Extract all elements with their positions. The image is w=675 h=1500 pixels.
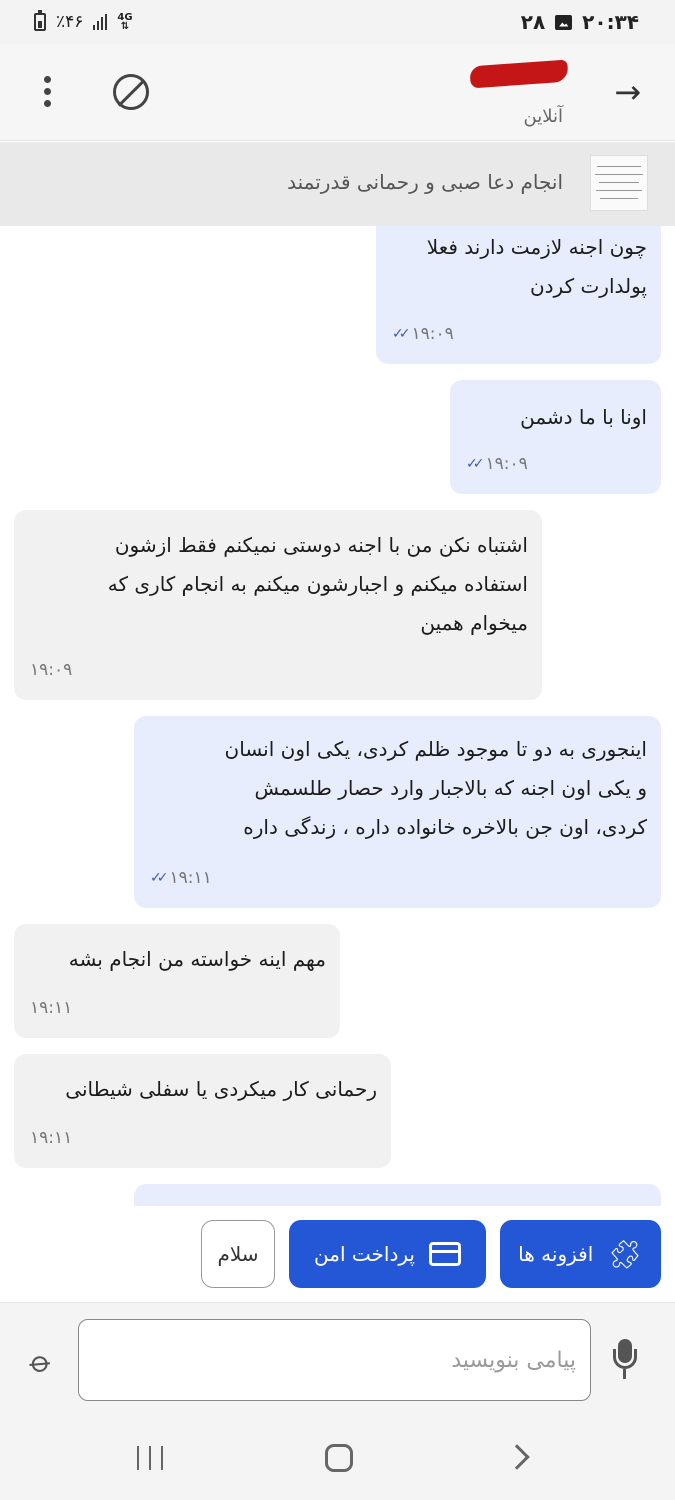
attach-icon[interactable]: ⌀ xyxy=(23,1343,59,1381)
read-ticks-icon: ✓✓ xyxy=(150,870,169,886)
pinned-message[interactable]: انجام دعا صبی و رحمانی قدرتمند xyxy=(0,142,675,226)
mic-icon[interactable] xyxy=(611,1339,639,1381)
message-meta: ✓✓ ۱۹:۰۹ xyxy=(466,454,528,474)
message-outgoing[interactable]: اونا با ما دشمن ✓✓ ۱۹:۰۹ xyxy=(450,380,661,494)
message-meta: ۱۹:۱۱ xyxy=(30,1128,72,1148)
status-bar: ٪۴۶ 4G ⇅ ۲۸ ۲۰:۳۴ xyxy=(0,0,675,44)
status-date: ۲۸ xyxy=(520,10,546,34)
secure-payment-label: پرداخت امن xyxy=(314,1242,415,1266)
message-outgoing-partial[interactable] xyxy=(134,1184,661,1206)
greeting-label: سلام xyxy=(217,1242,259,1266)
message-line: رحمانی کار میکردی یا سفلی شیطانی xyxy=(65,1077,377,1101)
message-line: اونا با ما دشمن xyxy=(520,405,647,429)
addons-button[interactable]: 🧩︎ افزونه ها xyxy=(500,1220,661,1288)
message-incoming[interactable]: اشتباه نکن من با اجنه دوستی نمیکنم فقط ا… xyxy=(14,510,542,700)
message-meta: ✓✓ ۱۹:۰۹ xyxy=(392,324,454,344)
secure-payment-button[interactable]: پرداخت امن xyxy=(289,1220,486,1288)
message-outgoing[interactable]: اینجوری به دو تا موجود ظلم کردی، یکی اون… xyxy=(134,716,661,908)
chat-header: آنلاین → xyxy=(0,44,675,141)
contact-name-redacted xyxy=(469,59,569,89)
nav-back-icon[interactable] xyxy=(504,1444,530,1470)
signal-icon xyxy=(93,14,108,30)
message-line: میخوام همین xyxy=(420,611,528,635)
home-icon[interactable] xyxy=(325,1444,353,1472)
composer: ⌀ xyxy=(0,1302,675,1416)
status-left: ٪۴۶ 4G ⇅ xyxy=(34,10,133,32)
read-ticks-icon: ✓✓ xyxy=(466,456,485,472)
message-time: ۱۹:۰۹ xyxy=(30,660,73,680)
message-incoming[interactable]: رحمانی کار میکردی یا سفلی شیطانی ۱۹:۱۱ xyxy=(14,1054,391,1168)
card-icon xyxy=(428,1242,461,1266)
recent-apps-icon[interactable] xyxy=(137,1446,163,1470)
read-ticks-icon: ✓✓ xyxy=(392,326,411,342)
message-time: ۱۹:۰۹ xyxy=(411,324,454,344)
network-type: 4G ⇅ xyxy=(117,13,132,32)
greeting-button[interactable]: سلام xyxy=(201,1220,275,1288)
message-list[interactable]: چون اجنه لازمت دارند فعلا پولدارت کردن ✓… xyxy=(0,226,675,1206)
puzzle-icon: 🧩︎ xyxy=(607,1237,643,1271)
message-line: مهم اینه خواسته من انجام بشه xyxy=(68,947,326,971)
quick-actions: 🧩︎ افزونه ها پرداخت امن سلام xyxy=(0,1206,675,1302)
message-input[interactable] xyxy=(78,1319,591,1401)
system-nav-bar xyxy=(0,1416,675,1500)
more-icon[interactable] xyxy=(44,76,52,108)
pinned-text: انجام دعا صبی و رحمانی قدرتمند xyxy=(287,170,563,194)
message-line: و یکی اون اجنه که بالاجبار وارد حصار طلس… xyxy=(254,776,647,800)
message-time: ۱۹:۱۱ xyxy=(30,998,73,1018)
status-time: ۲۰:۳۴ xyxy=(582,10,639,34)
gallery-icon xyxy=(555,14,573,30)
block-icon[interactable] xyxy=(113,74,149,110)
message-meta: ۱۹:۰۹ xyxy=(30,660,72,680)
message-time: ۱۹:۰۹ xyxy=(485,454,528,474)
message-line: استفاده میکنم و اجبارشون میکنم به انجام … xyxy=(107,572,528,596)
addons-label: افزونه ها xyxy=(518,1242,594,1266)
message-line: پولدارت کردن xyxy=(529,274,647,298)
battery-level: ٪۴۶ xyxy=(56,12,84,32)
message-line: کردی، اون جن بالاخره خانواده داره ، زندگ… xyxy=(243,815,647,839)
message-line: چون اجنه لازمت دارند فعلا xyxy=(426,235,647,259)
message-time: ۱۹:۱۱ xyxy=(169,868,212,888)
status-right: ۲۸ ۲۰:۳۴ xyxy=(521,10,639,34)
message-time: ۱۹:۱۱ xyxy=(30,1128,73,1148)
message-meta: ۱۹:۱۱ xyxy=(30,998,72,1018)
message-incoming[interactable]: مهم اینه خواسته من انجام بشه ۱۹:۱۱ xyxy=(14,924,340,1038)
message-meta: ✓✓ ۱۹:۱۱ xyxy=(150,868,212,888)
contact-status: آنلاین xyxy=(523,106,563,127)
battery-icon xyxy=(34,10,46,31)
data-arrows-icon: ⇅ xyxy=(120,21,130,32)
back-arrow-icon[interactable]: → xyxy=(614,74,641,110)
message-outgoing[interactable]: چون اجنه لازمت دارند فعلا پولدارت کردن ✓… xyxy=(376,226,661,364)
message-line: اینجوری به دو تا موجود ظلم کردی، یکی اون… xyxy=(224,737,647,761)
message-line: اشتباه نکن من با اجنه دوستی نمیکنم فقط ا… xyxy=(114,533,528,557)
pinned-thumbnail xyxy=(590,155,648,211)
